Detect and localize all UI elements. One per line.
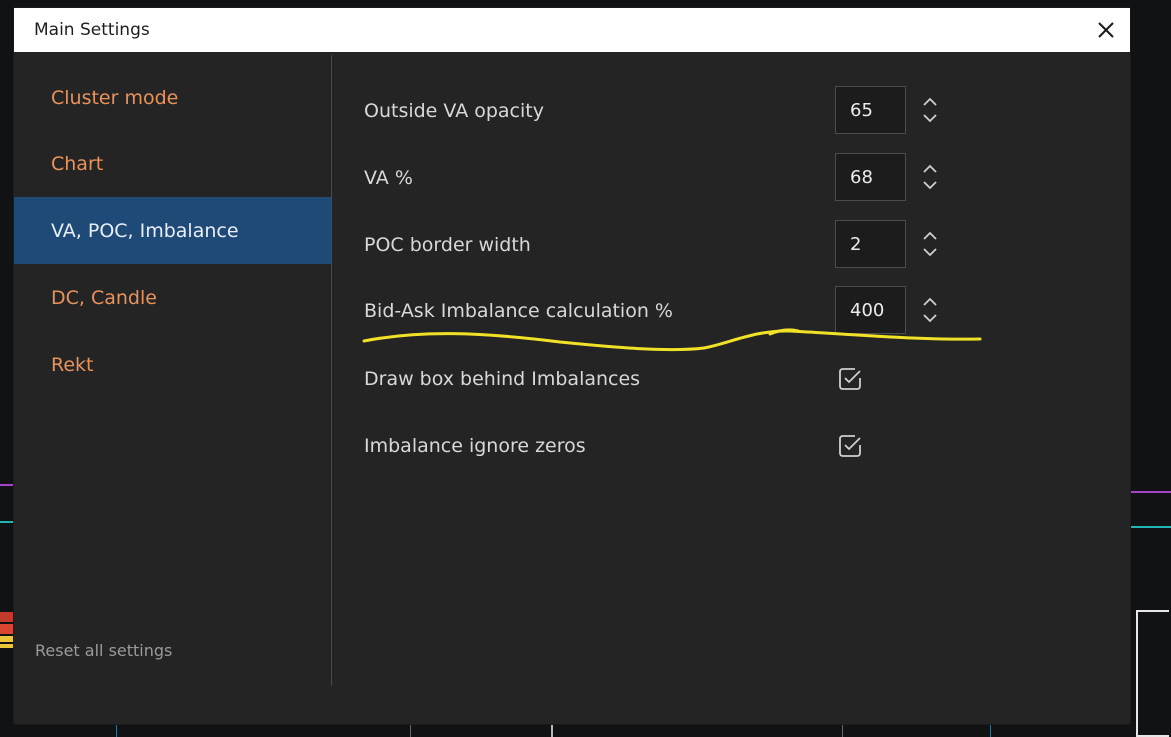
check-icon [844,437,861,451]
chevron-up-icon[interactable] [923,231,937,240]
chart-gridline [116,724,117,737]
outside-va-opacity-label: Outside VA opacity [364,100,544,122]
chart-gridline [1130,491,1171,493]
chart-gridline [410,724,411,737]
sidebar-divider [331,55,332,686]
draw-box-label: Draw box behind Imbalances [364,368,641,390]
ignore-zeros-checkbox[interactable] [836,432,864,460]
checkbox-frame-icon [839,435,861,457]
reset-all-settings-link[interactable]: Reset all settings [35,641,172,660]
va-percent-spinner[interactable] [918,157,942,197]
chart-candle [0,624,14,634]
poc-border-width-input[interactable] [835,220,906,268]
sidebar-item-va-poc-imbalance[interactable]: VA, POC, Imbalance [14,197,331,264]
sidebar-item-cluster-mode[interactable]: Cluster mode [14,64,331,131]
close-icon [1098,22,1114,38]
chevron-up-icon[interactable] [923,97,937,106]
main-settings-dialog: Main Settings Cluster mode Chart VA, POC… [14,8,1130,724]
sidebar-item-chart[interactable]: Chart [14,130,331,197]
sidebar-item-dc-candle[interactable]: DC, Candle [14,264,331,331]
chart-gridline [0,521,14,523]
chart-box [1136,610,1169,737]
close-button[interactable] [1090,14,1122,46]
chevron-down-icon[interactable] [923,314,937,323]
chevron-down-icon[interactable] [923,114,937,123]
chevron-down-icon[interactable] [923,181,937,190]
checkbox-frame-icon [839,368,861,390]
sidebar-item-rekt[interactable]: Rekt [14,331,331,398]
chart-gridline [1130,526,1171,528]
chevron-down-icon[interactable] [923,248,937,257]
chart-candle [0,636,14,642]
dialog-titlebar: Main Settings [14,8,1130,52]
va-percent-label: VA % [364,167,413,189]
poc-border-width-spinner[interactable] [918,224,942,264]
chevron-up-icon[interactable] [923,164,937,173]
ignore-zeros-label: Imbalance ignore zeros [364,435,586,457]
poc-border-width-label: POC border width [364,234,531,256]
outside-va-opacity-spinner[interactable] [918,90,942,130]
chart-candle [0,644,14,648]
chart-gridline [990,724,991,737]
check-icon [844,370,861,384]
va-percent-input[interactable] [835,153,906,201]
bid-ask-imbalance-label: Bid-Ask Imbalance calculation % [364,300,673,322]
outside-va-opacity-input[interactable] [835,86,906,134]
chart-candle [0,612,14,622]
chevron-up-icon[interactable] [923,297,937,306]
bid-ask-imbalance-input[interactable] [835,286,906,334]
bid-ask-imbalance-spinner[interactable] [918,290,942,330]
chart-gridline [551,724,553,737]
settings-sidebar: Cluster mode Chart VA, POC, Imbalance DC… [14,52,331,686]
chart-gridline [0,484,14,486]
chart-gridline [842,724,843,737]
draw-box-checkbox[interactable] [836,365,864,393]
dialog-title: Main Settings [34,20,150,40]
